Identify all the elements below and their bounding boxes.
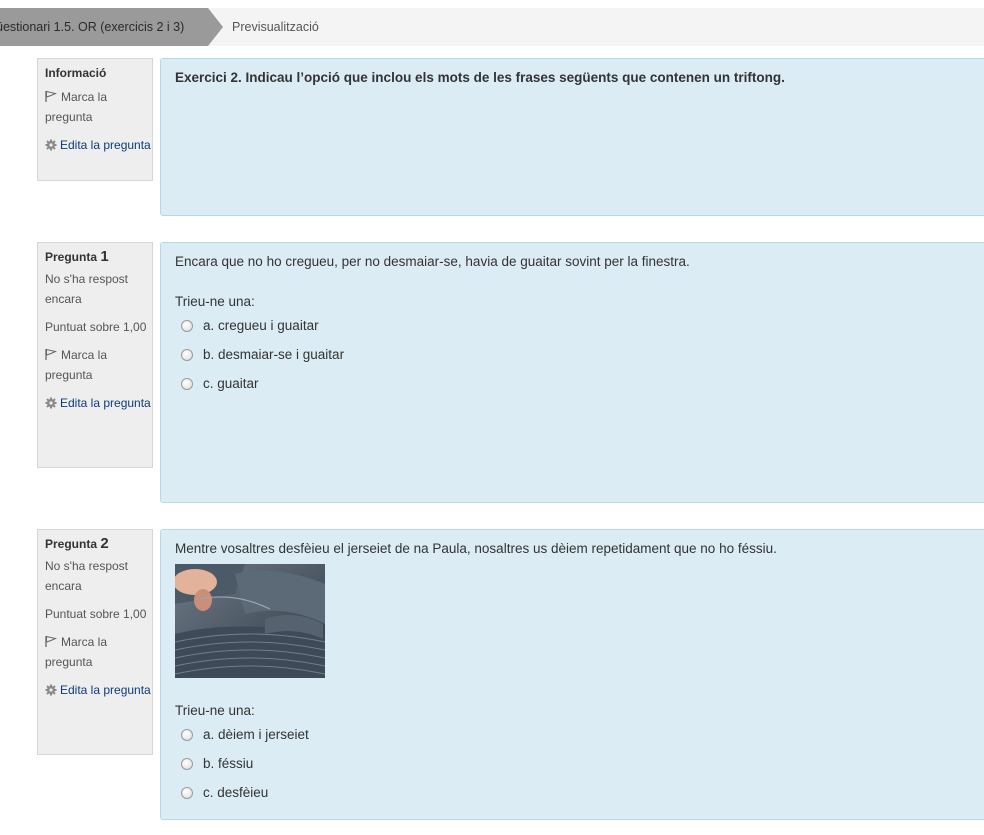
edit-question-link[interactable]: Edita la pregunta [45, 135, 152, 155]
question-2-info: Pregunta 2 No s'ha respost encara Puntua… [37, 529, 153, 755]
info-text: Exercici 2. Indicau l’opció que inclou e… [175, 70, 785, 85]
answer-list: a. dèiem i jerseiet b. féssiu c. desfèie… [181, 720, 975, 807]
edit-question-label[interactable]: Edita la pregunta [60, 396, 151, 410]
answer-prompt: Trieu-ne una: [175, 294, 255, 309]
edit-question-label[interactable]: Edita la pregunta [60, 683, 151, 697]
gear-icon [45, 397, 57, 409]
breadcrumb: üestionari 1.5. OR (exercicis 2 i 3) Pre… [0, 8, 984, 46]
flag-icon [45, 348, 57, 360]
option-label: b. desmaiar-se i guaitar [203, 347, 345, 362]
answer-prompt: Trieu-ne una: [175, 703, 255, 718]
answer-option[interactable]: b. desmaiar-se i guaitar [181, 340, 975, 369]
flag-icon [45, 90, 57, 102]
flag-question-button[interactable]: Marca la pregunta [45, 632, 152, 672]
info-content: Exercici 2. Indicau l’opció que inclou e… [160, 58, 984, 216]
question-number: 1 [100, 248, 109, 265]
edit-question-label[interactable]: Edita la pregunta [60, 138, 151, 152]
flag-question-button[interactable]: Marca la pregunta [45, 345, 152, 385]
answer-list: a. cregueu i guaitar b. desmaiar-se i gu… [181, 311, 975, 398]
radio-button[interactable] [181, 377, 193, 390]
answer-option[interactable]: c. desfèieu [181, 778, 975, 807]
answer-option[interactable]: c. guaitar [181, 369, 975, 398]
option-label: c. guaitar [203, 376, 259, 391]
gear-icon [45, 684, 57, 696]
edit-question-link[interactable]: Edita la pregunta [45, 680, 152, 700]
question-1-heading: Pregunta 1 [45, 247, 152, 267]
knitting-photo [175, 564, 325, 678]
radio-button[interactable] [181, 786, 193, 799]
question-2-content: Mentre vosaltres desfèieu el jerseiet de… [160, 529, 984, 820]
answer-option[interactable]: a. cregueu i guaitar [181, 311, 975, 340]
option-label: c. desfèieu [203, 785, 269, 800]
radio-button[interactable] [181, 728, 193, 741]
question-1-info: Pregunta 1 No s'ha respost encara Puntua… [37, 242, 153, 468]
question-grade: Puntuat sobre 1,00 [45, 320, 147, 334]
breadcrumb-arrow [208, 8, 223, 46]
answer-option[interactable]: b. féssiu [181, 749, 975, 778]
question-state: No s'ha respost encara [45, 272, 128, 306]
question-label: Pregunta [45, 250, 98, 264]
gear-icon [45, 139, 57, 151]
question-state: No s'ha respost encara [45, 559, 128, 593]
question-1-content: Encara que no ho cregueu, per no desmaia… [160, 242, 984, 503]
option-label: a. cregueu i guaitar [203, 318, 319, 333]
question-2-heading: Pregunta 2 [45, 534, 152, 554]
info-heading: Informació [45, 66, 107, 80]
radio-button[interactable] [181, 319, 193, 332]
edit-question-link[interactable]: Edita la pregunta [45, 393, 152, 413]
breadcrumb-quiz-link[interactable]: üestionari 1.5. OR (exercicis 2 i 3) [0, 8, 208, 46]
question-label: Pregunta [45, 537, 98, 551]
option-label: b. féssiu [203, 756, 254, 771]
radio-button[interactable] [181, 757, 193, 770]
question-number: 2 [100, 535, 109, 552]
option-label: a. dèiem i jerseiet [203, 727, 309, 742]
info-sidebar: Informació Marca la pregunta Edita la pr… [37, 58, 153, 181]
question-grade: Puntuat sobre 1,00 [45, 607, 147, 621]
question-text: Mentre vosaltres desfèieu el jerseiet de… [175, 541, 777, 556]
question-text: Encara que no ho cregueu, per no desmaia… [175, 254, 690, 269]
flag-question-button[interactable]: Marca la pregunta [45, 87, 152, 127]
answer-option[interactable]: a. dèiem i jerseiet [181, 720, 975, 749]
flag-icon [45, 635, 57, 647]
breadcrumb-current: Previsualització [232, 20, 319, 34]
radio-button[interactable] [181, 348, 193, 361]
